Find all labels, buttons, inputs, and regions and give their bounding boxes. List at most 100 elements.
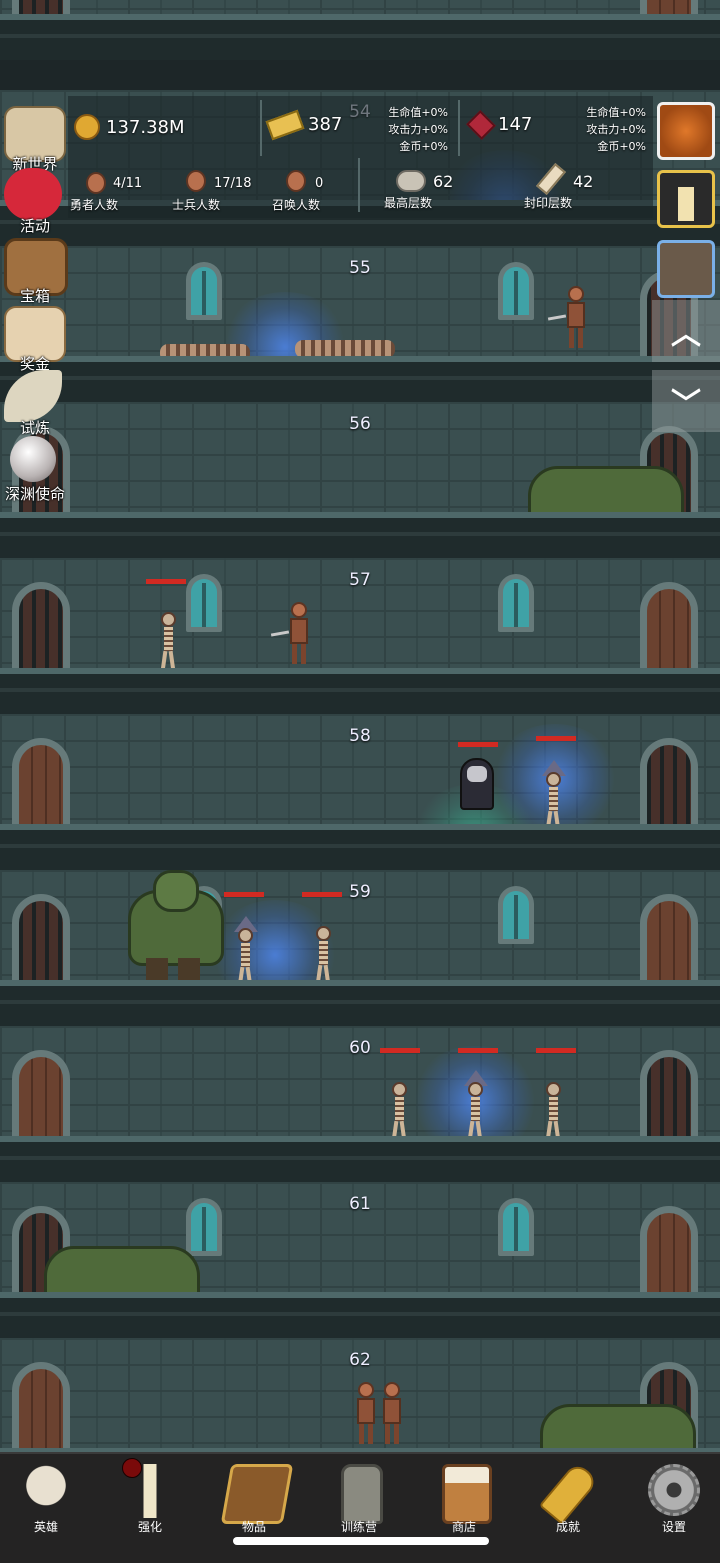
floor-58: 58	[0, 714, 720, 870]
gate-door	[640, 738, 698, 830]
gold-counter: 137.38M	[74, 114, 185, 140]
sealed-floor-value: 42	[573, 172, 594, 191]
hero-unit[interactable]	[352, 1382, 380, 1446]
max-floor-value: 62	[433, 172, 454, 191]
floor-56: 56	[0, 402, 720, 558]
enemy-hp-bar	[380, 1048, 420, 1053]
skeleton-warrior[interactable]	[540, 1082, 566, 1142]
feather-icon	[4, 370, 62, 422]
window	[498, 574, 534, 632]
scroll-down-button[interactable]: ﹀	[652, 370, 720, 432]
nav-settings[interactable]: 设置	[624, 1454, 720, 1544]
floor-number: 60	[349, 1038, 371, 1058]
orc-enemy[interactable]	[118, 870, 228, 988]
notification-dot	[122, 1458, 142, 1478]
chevron-down-icon: ﹀	[671, 387, 701, 422]
backpack-event-button[interactable]	[657, 240, 715, 298]
gem-counter: 147	[466, 109, 532, 140]
wood-door	[640, 894, 698, 986]
heart-icon	[4, 168, 62, 220]
hero-count-label: 勇者人数	[70, 198, 119, 212]
wood-door	[12, 1050, 70, 1142]
bonus-stats-b: 生命值+0% 攻击力+0% 金币+0%	[586, 106, 646, 153]
floor-57: 57	[0, 558, 720, 714]
summon-count: 0	[315, 176, 324, 191]
floor-53	[0, 0, 720, 60]
menu-events[interactable]: 活动	[0, 166, 70, 236]
scroll-up-button[interactable]: ︿	[652, 300, 720, 362]
enemy-hp-bar	[536, 1048, 576, 1053]
wood-door	[12, 1362, 70, 1454]
key-icon	[538, 1461, 600, 1525]
floor-60: 60	[0, 1026, 720, 1182]
ghost-enemy[interactable]	[460, 758, 494, 810]
pumpkin-event-button[interactable]	[657, 102, 715, 160]
hero-unit[interactable]	[547, 286, 590, 350]
skeleton-mage[interactable]	[540, 760, 566, 832]
sealed-floor-label: 封印层数	[524, 196, 573, 210]
wood-door	[12, 738, 70, 830]
gate-door	[12, 582, 70, 674]
skeleton-archer[interactable]	[386, 1082, 412, 1142]
window	[498, 1198, 534, 1256]
nav-items[interactable]: 物品	[204, 1454, 304, 1544]
floor-61: 61	[0, 1182, 720, 1338]
home-indicator[interactable]	[233, 1537, 489, 1545]
gear-icon	[648, 1464, 700, 1516]
hero-unit[interactable]	[270, 602, 313, 666]
enemy-hp-bar	[146, 579, 186, 584]
wood-door	[640, 582, 698, 674]
window	[498, 262, 534, 320]
gate-door	[12, 894, 70, 986]
menu-chest[interactable]: 宝箱	[0, 236, 70, 306]
gate-door	[640, 1050, 698, 1142]
nav-shop[interactable]: 商店	[414, 1454, 514, 1544]
hero-count: 4/11	[113, 176, 143, 191]
candle-icon	[678, 187, 694, 221]
skeleton-mage[interactable]	[462, 1070, 488, 1142]
enemy-hp-bar	[536, 736, 576, 741]
book-icon	[220, 1464, 294, 1524]
window	[186, 574, 222, 632]
menu-abyss-mission[interactable]: 深渊使命	[0, 434, 70, 504]
chevron-up-icon: ︿	[671, 317, 701, 352]
enemy-hp-bar	[458, 1048, 498, 1053]
floor-number: 56	[349, 414, 371, 434]
nav-upgrade[interactable]: 强化	[100, 1454, 200, 1544]
skull-icon	[18, 1464, 74, 1518]
window	[498, 886, 534, 944]
bonus-stats-a: 生命值+0% 攻击力+0% 金币+0%	[388, 106, 448, 153]
rock-icon	[396, 170, 426, 192]
floor-59: 59	[0, 870, 720, 1026]
lantern-icon	[341, 1464, 383, 1524]
wood-door	[640, 1206, 698, 1298]
enemy-hp-bar	[302, 892, 342, 897]
gold-bar-counter: 387	[265, 109, 342, 140]
skeleton-mage[interactable]	[232, 916, 258, 988]
skeleton-archer[interactable]	[310, 926, 336, 986]
window	[186, 1198, 222, 1256]
menu-new-world[interactable]: 新世界	[0, 104, 70, 174]
summon-face-icon	[286, 170, 306, 192]
menu-trial[interactable]: 试炼	[0, 368, 70, 438]
nav-heroes[interactable]: 英雄	[0, 1454, 96, 1544]
floor-number: 55	[349, 258, 371, 278]
floor-number: 57	[349, 570, 371, 590]
candle-event-button[interactable]	[657, 170, 715, 228]
hero-mage[interactable]	[378, 1382, 406, 1446]
nav-achievements[interactable]: 成就	[518, 1454, 618, 1544]
floor-number: 59	[349, 882, 371, 902]
floor-number: 62	[349, 1350, 371, 1370]
soldier-count: 17/18	[214, 176, 252, 191]
bottom-navigation: 英雄 强化 物品 训练营 商店 成就 设置	[0, 1452, 720, 1563]
skeleton-archer[interactable]	[155, 612, 181, 672]
soldier-face-icon	[186, 170, 206, 192]
gold-coin-icon	[74, 114, 100, 140]
max-floor-label: 最高层数	[384, 196, 433, 210]
enemy-hp-bar	[458, 742, 498, 747]
floor-number: 58	[349, 726, 371, 746]
menu-bonus[interactable]: 奖金	[0, 304, 70, 374]
soldier-count-label: 士兵人数	[172, 198, 221, 212]
orb-icon	[10, 436, 56, 482]
nav-training-camp[interactable]: 训练营	[309, 1454, 409, 1544]
